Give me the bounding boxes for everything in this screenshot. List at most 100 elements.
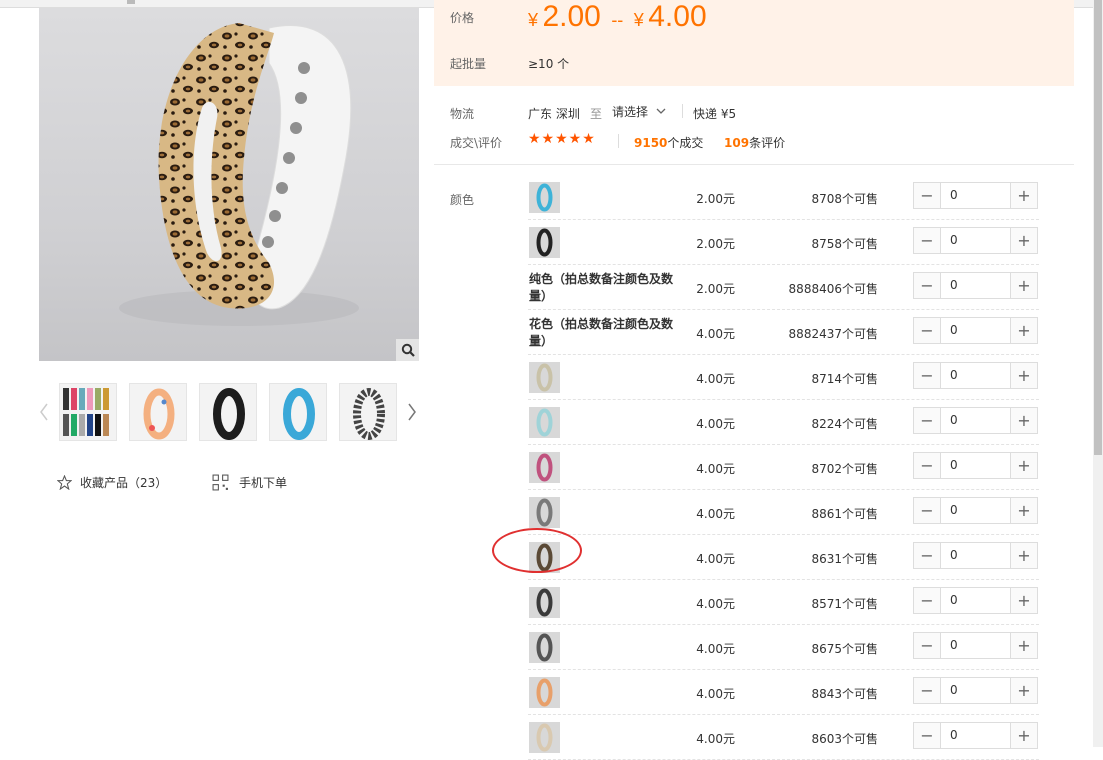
main-product-image[interactable] (39, 8, 419, 361)
increase-button[interactable]: + (1010, 588, 1037, 613)
thumbs-next-arrow[interactable] (405, 398, 419, 426)
sku-thumb[interactable] (529, 407, 560, 438)
quantity-input[interactable]: 0 (941, 678, 1010, 703)
sku-thumb[interactable] (529, 542, 560, 573)
decrease-button[interactable]: − (914, 678, 941, 703)
sku-price: 4.00元 (696, 462, 735, 476)
quantity-input[interactable]: 0 (941, 588, 1010, 613)
decrease-button[interactable]: − (914, 723, 941, 748)
scrollbar-thumb[interactable] (1094, 0, 1102, 455)
increase-button[interactable]: + (1010, 228, 1037, 253)
sku-row: 2.00元 8758个可售 − 0 + (528, 220, 1039, 265)
decrease-button[interactable]: − (914, 588, 941, 613)
sku-thumb[interactable] (529, 632, 560, 663)
sku-thumb[interactable] (529, 677, 560, 708)
gallery-thumb[interactable] (59, 383, 117, 441)
sku-thumb[interactable] (529, 362, 560, 393)
zoom-button[interactable] (396, 339, 419, 361)
sku-price: 2.00元 (696, 237, 735, 251)
currency-symbol: ¥ (633, 10, 644, 30)
sku-thumb[interactable] (529, 452, 560, 483)
sku-thumb[interactable] (529, 227, 560, 258)
sku-thumb[interactable] (529, 497, 560, 528)
sku-stock: 8888406个可售 (788, 282, 878, 296)
sku-row: 4.00元 8843个可售 − 0 + (528, 670, 1039, 715)
gallery-thumb[interactable] (269, 383, 327, 441)
quantity-input[interactable]: 0 (941, 183, 1010, 208)
quantity-input[interactable]: 0 (941, 633, 1010, 658)
decrease-button[interactable]: − (914, 183, 941, 208)
vertical-scrollbar[interactable] (1093, 0, 1103, 747)
qr-code-icon (212, 474, 229, 491)
price-max: 4.00 (648, 0, 707, 33)
destination-select[interactable]: 请选择 (612, 103, 666, 120)
sku-thumb[interactable] (529, 722, 560, 753)
rating-stars: ★★★★★ (528, 131, 596, 147)
band-thumb-picture (529, 497, 560, 528)
sku-price: 2.00元 (696, 192, 735, 206)
sku-stock: 8571个可售 (811, 597, 878, 611)
increase-button[interactable]: + (1010, 498, 1037, 523)
decrease-button[interactable]: − (914, 543, 941, 568)
sku-price: 4.00元 (696, 327, 735, 341)
increase-button[interactable]: + (1010, 678, 1037, 703)
quantity-input[interactable]: 0 (941, 543, 1010, 568)
sku-row: 4.00元 8714个可售 − 0 + (528, 355, 1039, 400)
reviews-count-link[interactable]: 109条评价 (724, 134, 785, 151)
increase-button[interactable]: + (1010, 633, 1037, 658)
quantity-input[interactable]: 0 (941, 318, 1010, 343)
chevron-left-icon (40, 403, 48, 421)
quantity-input[interactable]: 0 (941, 363, 1010, 388)
quantity-input[interactable]: 0 (941, 498, 1010, 523)
increase-button[interactable]: + (1010, 723, 1037, 748)
increase-button[interactable]: + (1010, 453, 1037, 478)
quantity-input[interactable]: 0 (941, 723, 1010, 748)
logistics-to-word: 至 (590, 107, 603, 121)
currency-symbol: ¥ (528, 10, 539, 30)
increase-button[interactable]: + (1010, 363, 1037, 388)
decrease-button[interactable]: − (914, 633, 941, 658)
sku-thumb[interactable] (529, 182, 560, 213)
quantity-input[interactable]: 0 (941, 453, 1010, 478)
quantity-stepper: − 0 + (913, 317, 1038, 344)
increase-button[interactable]: + (1010, 273, 1037, 298)
favorite-label: 收藏产品（23） (80, 476, 168, 490)
color-label: 颜色 (450, 193, 475, 207)
decrease-button[interactable]: − (914, 408, 941, 433)
quantity-stepper: − 0 + (913, 677, 1038, 704)
thumb-blue-band-picture (283, 388, 315, 440)
quantity-stepper: − 0 + (913, 587, 1038, 614)
decrease-button[interactable]: − (914, 318, 941, 343)
quantity-input[interactable]: 0 (941, 273, 1010, 298)
sku-row: 纯色（拍总数备注颜色及数量） 2.00元 8888406个可售 − 0 + (528, 265, 1039, 310)
increase-button[interactable]: + (1010, 543, 1037, 568)
chevron-down-icon (656, 108, 666, 114)
quantity-input[interactable]: 0 (941, 228, 1010, 253)
decrease-button[interactable]: − (914, 498, 941, 523)
sku-price: 2.00元 (696, 282, 735, 296)
gallery-thumb[interactable] (339, 383, 397, 441)
gallery-thumb[interactable] (129, 383, 187, 441)
decrease-button[interactable]: − (914, 453, 941, 478)
increase-button[interactable]: + (1010, 183, 1037, 208)
gallery-thumb[interactable] (199, 383, 257, 441)
sku-name: 纯色（拍总数备注颜色及数量） (529, 272, 674, 303)
increase-button[interactable]: + (1010, 318, 1037, 343)
price-range: ¥ 2.00 -- ¥ 4.00 (528, 0, 707, 34)
section-divider (434, 164, 1074, 165)
sku-row: 4.00元 8861个可售 − 0 + (528, 490, 1039, 535)
decrease-button[interactable]: − (914, 273, 941, 298)
sku-price: 4.00元 (696, 687, 735, 701)
thumb-floral-band-picture (143, 388, 175, 440)
quantity-stepper: − 0 + (913, 407, 1038, 434)
band-thumb-picture (529, 542, 560, 573)
increase-button[interactable]: + (1010, 408, 1037, 433)
quantity-input[interactable]: 0 (941, 408, 1010, 433)
sku-thumb[interactable] (529, 587, 560, 618)
deals-count-link[interactable]: 9150个成交 (634, 134, 703, 151)
mobile-order-link[interactable]: 手机下单 (212, 474, 287, 491)
decrease-button[interactable]: − (914, 363, 941, 388)
decrease-button[interactable]: − (914, 228, 941, 253)
favorite-product-link[interactable]: 收藏产品（23） (57, 474, 167, 491)
thumbs-prev-arrow[interactable] (37, 398, 51, 426)
